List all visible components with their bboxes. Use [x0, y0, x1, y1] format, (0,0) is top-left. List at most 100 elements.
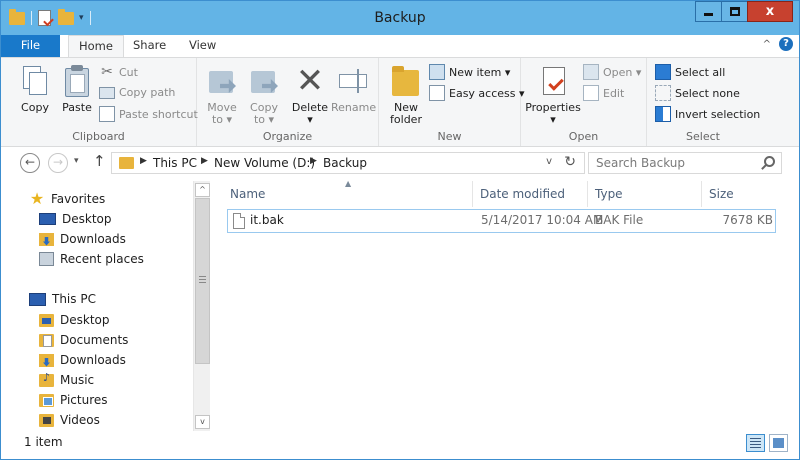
column-header-date-modified[interactable]: Date modified — [474, 181, 588, 207]
organize-group: Move to ▾ Copy to ▾ ✕ Delete ▾ Rename Or… — [197, 58, 379, 146]
edit-button[interactable]: Edit — [583, 85, 624, 101]
paste-shortcut-icon — [99, 106, 115, 122]
forward-button[interactable]: → — [48, 153, 68, 173]
recent-places-icon — [39, 252, 54, 266]
search-placeholder: Search Backup — [596, 156, 686, 170]
minimize-button[interactable] — [695, 1, 722, 22]
copy-label: Copy — [21, 101, 49, 114]
chevron-right-icon[interactable]: ▶ — [201, 156, 208, 166]
recent-locations-icon[interactable]: ▾ — [74, 156, 79, 166]
folder-icon — [119, 157, 134, 169]
column-header-type[interactable]: Type — [589, 181, 702, 207]
select-all-icon — [655, 64, 671, 80]
nav-item-pc-desktop[interactable]: Desktop — [39, 310, 110, 330]
paste-shortcut-label: Paste shortcut — [119, 107, 198, 121]
copy-button[interactable]: Copy — [15, 64, 55, 114]
nav-item-label: Downloads — [60, 353, 126, 367]
ribbon-tabs: File Home Share View ^ ? — [1, 35, 799, 58]
paste-button[interactable]: Paste — [57, 64, 97, 114]
nav-item-recent-places[interactable]: Recent places — [39, 249, 144, 269]
details-view-icon[interactable] — [746, 434, 765, 452]
move-to-button[interactable]: Move to ▾ — [203, 64, 241, 126]
scroll-down-button[interactable]: v — [195, 415, 210, 429]
copy-to-button[interactable]: Copy to ▾ — [245, 64, 283, 126]
invert-selection-button[interactable]: Invert selection — [655, 106, 760, 122]
close-icon: x — [765, 4, 775, 19]
back-button[interactable]: ← — [20, 153, 40, 173]
copy-to-label-2: to ▾ — [253, 113, 275, 126]
copy-path-icon — [99, 87, 115, 99]
cut-button[interactable]: ✂ Cut — [99, 64, 138, 80]
close-button[interactable]: x — [747, 1, 793, 22]
select-all-button[interactable]: Select all — [655, 64, 725, 80]
properties-button[interactable]: Properties ▾ — [525, 64, 581, 126]
minimize-icon — [704, 13, 713, 16]
nav-item-label: This PC — [52, 292, 96, 306]
paste-shortcut-button[interactable]: Paste shortcut — [99, 106, 198, 122]
delete-button[interactable]: ✕ Delete ▾ — [291, 64, 329, 126]
open-icon — [583, 64, 599, 80]
nav-item-documents[interactable]: Documents — [39, 330, 128, 350]
new-group: New folder New item ▾ Easy access ▾ New — [379, 58, 525, 146]
nav-pane-scrollbar[interactable]: ^ v — [193, 181, 210, 431]
breadcrumb-new-volume[interactable]: New Volume (D:) — [214, 156, 315, 170]
tab-share[interactable]: Share — [123, 35, 176, 57]
select-none-label: Select none — [675, 86, 740, 100]
invert-selection-icon — [655, 106, 671, 122]
select-none-icon — [655, 85, 671, 101]
maximize-button[interactable] — [721, 1, 748, 22]
column-header-size[interactable]: Size — [703, 181, 778, 207]
scrollbar-thumb[interactable] — [195, 198, 210, 364]
nav-item-pictures[interactable]: Pictures — [39, 390, 108, 410]
refresh-icon[interactable]: ↻ — [564, 154, 576, 170]
edit-icon — [583, 85, 599, 101]
nav-item-this-pc[interactable]: This PC — [29, 289, 96, 309]
address-bar[interactable]: ▶ This PC ▶ New Volume (D:) ▶ Backup v ↻ — [111, 152, 585, 174]
column-header-name[interactable]: Name — [224, 181, 473, 207]
nav-item-downloads[interactable]: Downloads — [39, 229, 126, 249]
tab-file[interactable]: File — [1, 35, 60, 57]
easy-access-button[interactable]: Easy access ▾ — [429, 85, 525, 101]
select-none-button[interactable]: Select none — [655, 85, 740, 101]
tab-view[interactable]: View — [179, 35, 226, 57]
rename-button[interactable]: Rename — [331, 64, 376, 114]
copy-path-button[interactable]: Copy path — [99, 85, 175, 99]
maximize-icon — [729, 7, 740, 16]
scroll-up-button[interactable]: ^ — [195, 183, 210, 197]
nav-item-favorites[interactable]: ★ Favorites — [29, 189, 105, 209]
tab-home[interactable]: Home — [68, 35, 124, 58]
new-folder-button[interactable]: New folder — [385, 64, 427, 126]
up-button[interactable]: ↑ — [93, 152, 106, 170]
move-to-label-2: to ▾ — [211, 113, 233, 126]
nav-item-music[interactable]: Music — [39, 370, 94, 390]
videos-icon — [39, 413, 54, 427]
scissors-icon: ✂ — [101, 64, 113, 80]
file-name[interactable]: it.bak — [250, 213, 284, 227]
breadcrumb-this-pc[interactable]: This PC — [153, 156, 197, 170]
collapse-ribbon-icon[interactable]: ^ — [763, 39, 771, 50]
file-icon — [233, 213, 245, 229]
table-row[interactable]: it.bak 5/14/2017 10:04 AM BAK File 7678 … — [227, 209, 776, 233]
chevron-right-icon[interactable]: ▶ — [310, 156, 317, 166]
copy-path-label: Copy path — [119, 85, 176, 99]
nav-item-pc-downloads[interactable]: Downloads — [39, 350, 126, 370]
nav-item-label: Desktop — [60, 313, 110, 327]
open-group: Properties ▾ Open ▾ Edit Open — [521, 58, 647, 146]
new-item-button[interactable]: New item ▾ — [429, 64, 510, 80]
chevron-down-icon[interactable]: v — [546, 156, 552, 167]
search-icon[interactable] — [764, 156, 775, 167]
help-icon[interactable]: ? — [779, 37, 793, 51]
nav-item-label: Music — [60, 373, 95, 387]
nav-item-videos[interactable]: Videos — [39, 410, 100, 430]
breadcrumb-backup[interactable]: Backup — [323, 156, 367, 170]
window-title: Backup — [374, 10, 426, 26]
search-input[interactable]: Search Backup — [588, 152, 782, 174]
chevron-right-icon[interactable]: ▶ — [140, 156, 147, 166]
copy-to-icon — [248, 64, 280, 98]
ribbon: Copy Paste ✂ Cut Copy path Paste shortcu… — [1, 57, 799, 147]
nav-item-desktop[interactable]: Desktop — [39, 209, 112, 229]
properties-label-2: ▾ — [550, 113, 556, 126]
nav-item-label: Pictures — [60, 393, 108, 407]
open-button[interactable]: Open ▾ — [583, 64, 641, 80]
large-icons-view-icon[interactable] — [769, 434, 788, 452]
